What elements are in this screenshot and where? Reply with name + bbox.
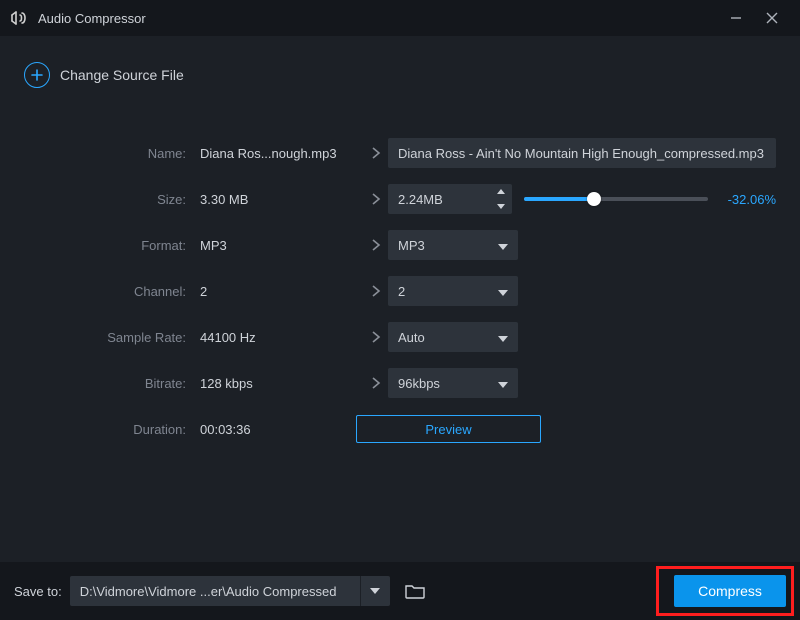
output-sample-rate-value: Auto [398,330,425,345]
minimize-button[interactable] [718,0,754,36]
original-size: 3.30 MB [200,192,364,207]
original-channel: 2 [200,284,364,299]
chevron-down-icon [498,330,508,345]
output-size-value: 2.24MB [398,192,443,207]
original-bitrate: 128 kbps [200,376,364,391]
settings-form: Name: Diana Ros...nough.mp3 Diana Ross -… [0,98,800,444]
output-bitrate-select[interactable]: 96kbps [388,368,518,398]
size-step-up[interactable] [490,184,512,199]
output-format-value: MP3 [398,238,425,253]
change-source-button[interactable]: Change Source File [60,67,184,83]
arrow-icon [364,238,388,252]
chevron-down-icon [498,376,508,391]
original-sample-rate: 44100 Hz [200,330,364,345]
chevron-down-icon [498,284,508,299]
arrow-icon [364,376,388,390]
row-bitrate: Bitrate: 128 kbps 96kbps [24,368,776,398]
output-format-select[interactable]: MP3 [388,230,518,260]
preview-button-label: Preview [425,422,471,437]
label-format: Format: [24,238,200,253]
compress-button-label: Compress [698,583,762,599]
size-step-down[interactable] [490,199,512,214]
label-duration: Duration: [24,422,200,437]
label-name: Name: [24,146,200,161]
window-title: Audio Compressor [38,11,146,26]
bottombar: Save to: D:\Vidmore\Vidmore ...er\Audio … [0,562,800,620]
row-size: Size: 3.30 MB 2.24MB -32.06% [24,184,776,214]
preview-button[interactable]: Preview [356,415,541,443]
save-path-dropdown[interactable] [360,576,390,606]
chevron-down-icon [498,238,508,253]
row-duration: Duration: 00:03:36 Preview [24,414,776,444]
original-name: Diana Ros...nough.mp3 [200,146,364,161]
add-source-icon[interactable] [24,62,50,88]
compress-button[interactable]: Compress [674,575,786,607]
row-format: Format: MP3 MP3 [24,230,776,260]
row-sample-rate: Sample Rate: 44100 Hz Auto [24,322,776,352]
titlebar: Audio Compressor [0,0,800,36]
open-folder-button[interactable] [400,576,430,606]
original-format: MP3 [200,238,364,253]
size-percent: -32.06% [720,192,776,207]
size-slider[interactable] [524,184,708,214]
output-channel-value: 2 [398,284,405,299]
label-sample-rate: Sample Rate: [24,330,200,345]
save-path-text: D:\Vidmore\Vidmore ...er\Audio Compresse… [80,584,337,599]
row-name: Name: Diana Ros...nough.mp3 Diana Ross -… [24,138,776,168]
original-duration: 00:03:36 [200,422,364,437]
size-slider-thumb[interactable] [587,192,601,206]
app-icon [10,8,30,28]
saveto-label: Save to: [14,584,62,599]
label-size: Size: [24,192,200,207]
output-channel-select[interactable]: 2 [388,276,518,306]
output-sample-rate-select[interactable]: Auto [388,322,518,352]
arrow-icon [364,330,388,344]
arrow-icon [364,284,388,298]
save-path-field[interactable]: D:\Vidmore\Vidmore ...er\Audio Compresse… [70,576,360,606]
close-button[interactable] [754,0,790,36]
change-source-row: Change Source File [0,36,800,98]
arrow-icon [364,192,388,206]
label-bitrate: Bitrate: [24,376,200,391]
label-channel: Channel: [24,284,200,299]
arrow-icon [364,146,388,160]
output-bitrate-value: 96kbps [398,376,440,391]
output-name-text: Diana Ross - Ain't No Mountain High Enou… [398,146,764,161]
row-channel: Channel: 2 2 [24,276,776,306]
output-size-spinbox[interactable]: 2.24MB [388,184,512,214]
output-name-field[interactable]: Diana Ross - Ain't No Mountain High Enou… [388,138,776,168]
